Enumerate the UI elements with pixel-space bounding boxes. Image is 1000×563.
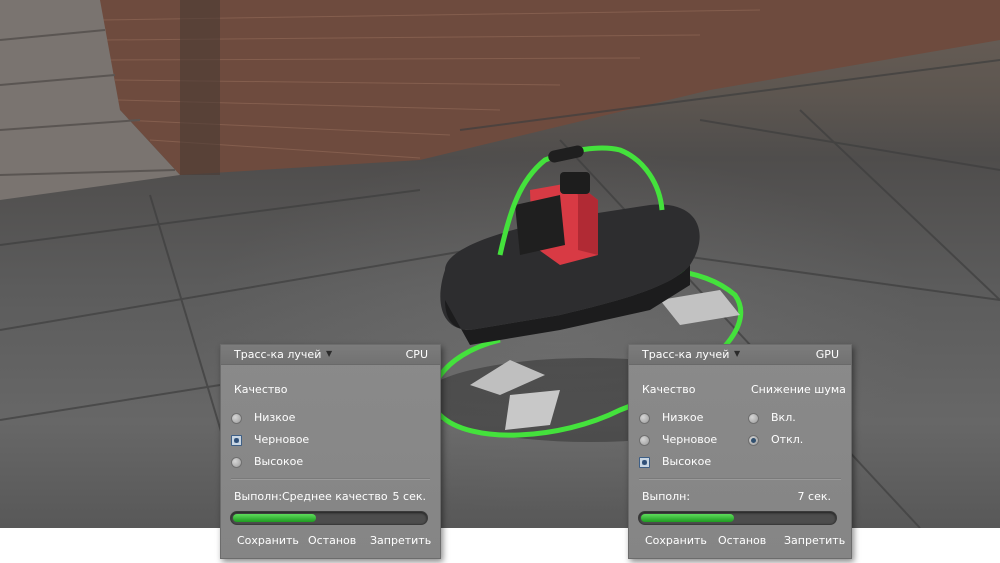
render-progress-fill: [233, 514, 316, 522]
denoise-heading: Снижение шума: [751, 383, 846, 396]
quality-high-label[interactable]: Высокое: [662, 455, 711, 468]
render-progress-bar: [230, 511, 428, 525]
quality-draft-radio[interactable]: [639, 435, 650, 446]
quality-low-radio[interactable]: [231, 413, 242, 424]
status-label: Выполн:: [234, 490, 283, 503]
quality-high-label[interactable]: Высокое: [254, 455, 303, 468]
quality-high-radio[interactable]: [231, 457, 242, 468]
elapsed-time: 7 сек.: [797, 490, 831, 503]
dropdown-arrow-icon[interactable]: ▼: [734, 349, 740, 358]
save-button[interactable]: Сохранить: [237, 534, 299, 547]
device-label: GPU: [815, 348, 839, 361]
denoise-on-label[interactable]: Вкл.: [771, 411, 796, 424]
deny-button[interactable]: Запретить: [370, 534, 431, 547]
render-mode-dropdown[interactable]: Трасс-ка лучей: [234, 348, 321, 361]
elapsed-time: 5 сек.: [392, 490, 426, 503]
denoise-off-radio[interactable]: [748, 435, 759, 446]
status-text: Среднее качество: [282, 490, 388, 503]
render-panel-cpu: Трасс-ка лучей ▼ CPU Качество Низкое Чер…: [220, 344, 441, 559]
quality-draft-radio[interactable]: [231, 435, 242, 446]
quality-low-label[interactable]: Низкое: [662, 411, 703, 424]
render-mode-dropdown[interactable]: Трасс-ка лучей: [642, 348, 729, 361]
quality-draft-label[interactable]: Черновое: [254, 433, 309, 446]
device-label: CPU: [405, 348, 428, 361]
status-label: Выполн:: [642, 490, 691, 503]
denoise-off-label[interactable]: Откл.: [771, 433, 803, 446]
denoise-on-radio[interactable]: [748, 413, 759, 424]
quality-low-radio[interactable]: [639, 413, 650, 424]
stop-button[interactable]: Останов: [308, 534, 356, 547]
dropdown-arrow-icon[interactable]: ▼: [326, 349, 332, 358]
quality-draft-label[interactable]: Черновое: [662, 433, 717, 446]
render-panel-gpu: Трасс-ка лучей ▼ GPU Качество Снижение ш…: [628, 344, 852, 559]
quality-high-radio[interactable]: [639, 457, 650, 468]
quality-heading: Качество: [234, 383, 288, 396]
render-progress-bar: [638, 511, 837, 525]
deny-button[interactable]: Запретить: [784, 534, 845, 547]
panel-divider: [639, 478, 841, 480]
quality-heading: Качество: [642, 383, 696, 396]
panel-title-bar: Трасс-ка лучей ▼ GPU: [629, 345, 851, 365]
render-progress-fill: [641, 514, 734, 522]
stop-button[interactable]: Останов: [718, 534, 766, 547]
panel-title-bar: Трасс-ка лучей ▼ CPU: [221, 345, 440, 365]
quality-low-label[interactable]: Низкое: [254, 411, 295, 424]
panel-divider: [231, 478, 430, 480]
save-button[interactable]: Сохранить: [645, 534, 707, 547]
